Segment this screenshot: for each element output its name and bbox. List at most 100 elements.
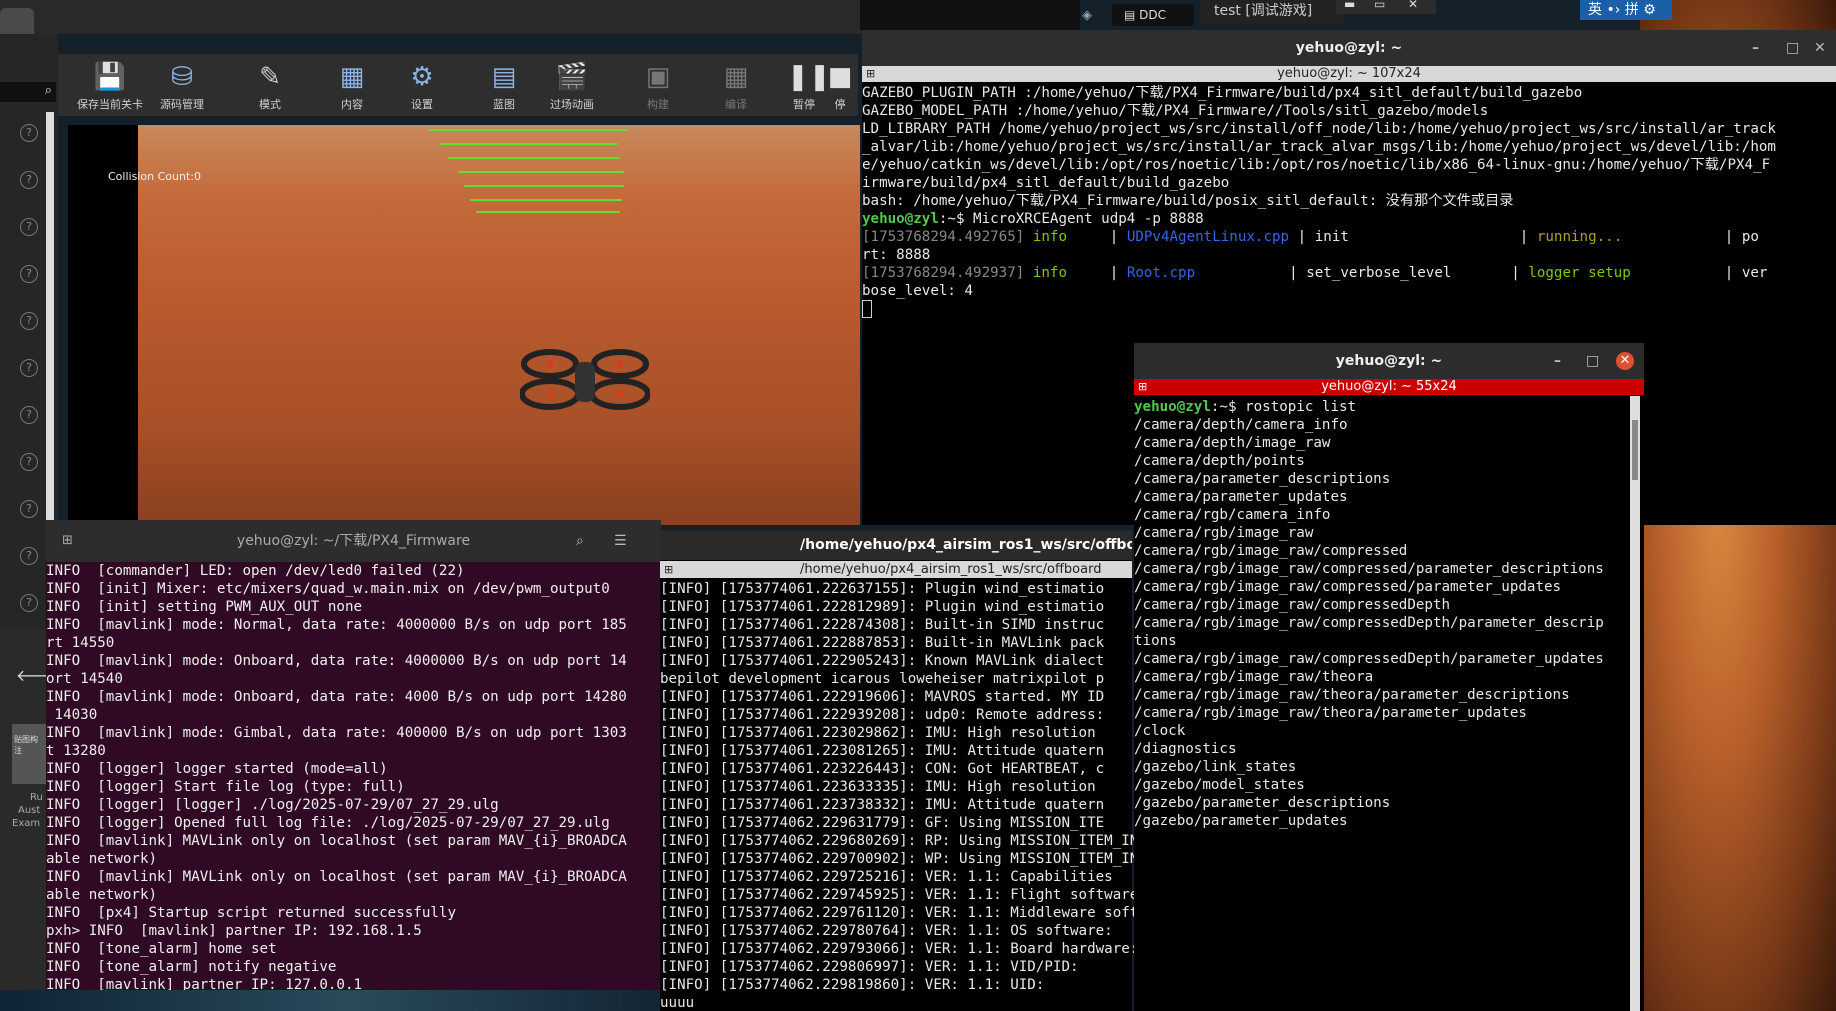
output-line: INFO [mavlink] mode: Onboard, data rate:… [46,689,627,705]
blueprint-button[interactable]: ▤ 蓝图 [468,56,540,116]
settings-button[interactable]: ⚙ 设置 [386,56,458,116]
topic-line: /camera/rgb/image_raw/compressed/paramet… [1134,561,1604,577]
help-icon[interactable]: ? [20,124,38,142]
trajectory-line [428,129,628,131]
tab-label: yehuo@zyl: ~ 107x24 [1277,66,1421,81]
maximize-icon[interactable]: □ [1786,30,1799,66]
game-viewport[interactable] [68,125,860,525]
log-timestamp: [1753768294.492765] [862,229,1025,245]
output-line: INFO [mavlink] MAVLink only on localhost… [46,833,627,849]
terminal-scrollbar[interactable] [1630,396,1640,1011]
log-file: Root.cpp [1126,265,1196,281]
ddc-label: DDC [1139,8,1167,22]
topic-line: tions [1134,633,1177,649]
prompt-line: yehuo@zyl:~$ rostopic list [1134,398,1629,416]
stop-button[interactable]: ■ 停 [820,56,860,116]
output-line: t 13280 [46,743,106,759]
topic-line: /camera/depth/image_raw [1134,435,1331,451]
tab-label: /home/yehuo/px4_airsim_ros1_ws/src/offbo… [800,562,1102,577]
help-icon[interactable]: ? [20,265,38,283]
help-icon[interactable]: ? [20,547,38,565]
drone-model [520,349,650,410]
topic-line: /gazebo/model_states [1134,777,1305,793]
asset-thumbnail[interactable]: 贴图构 注 [12,724,46,784]
log-status: running... [1536,229,1623,245]
ue-level-tab[interactable] [0,8,34,34]
terminal-cursor [862,300,872,318]
trajectory-line [464,185,624,187]
help-icon[interactable]: ? [20,406,38,424]
new-tab-icon[interactable]: ⊞ [866,66,875,82]
build-button[interactable]: ▣ 构建 [622,56,694,116]
help-icon[interactable]: ? [20,218,38,236]
cinematics-button[interactable]: 🎬 过场动画 [536,56,608,116]
output-line: INFO [init] Mixer: etc/mixers/quad_w.mai… [46,581,610,597]
content-button[interactable]: ▦ 内容 [316,56,388,116]
help-icon[interactable]: ? [20,312,38,330]
search-icon[interactable]: ⌕ [45,83,52,98]
source-control-button[interactable]: ⛁ 源码管理 [146,56,218,116]
source-control-status-icon[interactable]: ◈ [1082,8,1098,24]
ime-toolbar[interactable]: 英 •› 拼 ⚙ [1580,0,1672,20]
topic-line: /camera/rgb/image_raw/theora/parameter_d… [1134,687,1570,703]
prompt-line: yehuo@zyl:~$ MicroXRCEAgent udp4 -p 8888 [862,210,1836,228]
terminal-px4-output[interactable]: INFO [commander] LED: open /dev/led0 fai… [46,562,658,990]
help-icon[interactable]: ? [20,594,38,612]
log-file: UDPv4AgentLinux.cpp [1126,229,1290,245]
menu-icon[interactable]: ☰ [614,520,627,562]
save-level-button[interactable]: 💾 保存当前关卡 [74,56,146,116]
close-icon[interactable]: ✕ [1814,30,1826,66]
ddc-icon: ▤ [1124,8,1140,22]
topic-line: /camera/rgb/image_raw/compressed/paramet… [1134,579,1562,595]
log-level: info [1032,229,1068,245]
ue-search-field[interactable]: ⌕ [0,82,56,102]
output-line: e/yehuo/catkin_ws/devel/lib:/opt/ros/noe… [862,157,1771,173]
topic-line: /gazebo/parameter_updates [1134,813,1348,829]
terminal-scrollbar-thumb[interactable] [1632,420,1638,480]
output-line: rt 14550 [46,635,115,651]
log-tail: po [1741,229,1759,245]
log-function: init [1314,229,1349,245]
output-line: _alvar/lib:/home/yehuo/project_ws/src/in… [862,139,1776,155]
output-line: INFO [commander] LED: open /dev/led0 fai… [46,563,465,579]
new-tab-icon[interactable]: ⊞ [62,520,73,562]
debug-window-title: test [调试游戏] [1200,0,1344,24]
close-icon[interactable]: ✕ [1408,0,1418,11]
search-icon[interactable]: ⌕ [576,520,584,562]
close-icon[interactable]: ✕ [1616,352,1634,370]
output-line: INFO [mavlink] partner IP: 127.0.0.1 [46,977,363,990]
maximize-icon[interactable]: ▭ [1374,0,1385,11]
help-icon[interactable]: ? [20,453,38,471]
trajectory-line [448,157,620,159]
terminal-rostopic-output[interactable]: yehuo@zyl:~$ rostopic list/camera/depth/… [1134,398,1629,998]
help-icon[interactable]: ? [20,171,38,189]
terminal-mavros-titlebar: /home/yehuo/px4_airsim_ros1_ws/src/offbo… [660,530,1132,560]
help-icon[interactable]: ? [20,359,38,377]
build-icon: ▣ [645,62,671,92]
terminal-px4-titlebar: ⊞ yehuo@zyl: ~/下载/PX4_Firmware ⌕ ☰ [46,520,661,562]
trajectory-line [470,199,622,201]
output-line: INFO [mavlink] mode: Normal, data rate: … [46,617,627,633]
new-tab-icon[interactable]: ⊞ [664,561,673,578]
collision-counter: Collision Count:0 [108,170,201,183]
help-icon[interactable]: ? [20,500,38,518]
minimize-icon[interactable]: – [1752,30,1759,66]
modes-button[interactable]: ✎ 模式 [234,56,306,116]
topic-line: /camera/rgb/camera_info [1134,507,1331,523]
ddc-indicator[interactable]: ▤ DDC [1112,4,1194,26]
output-line: irmware/build/px4_sitl_default/build_gaz… [862,175,1230,191]
prompt-command: :~$ rostopic list [1210,399,1357,415]
output-line: INFO [tone_alarm] home set [46,941,277,957]
output-line: INFO [logger] Opened full log file: ./lo… [46,815,610,831]
topic-line: /camera/rgb/image_raw/compressedDepth/pa… [1134,651,1604,667]
minimize-icon[interactable]: ▬ [1344,0,1355,11]
log-line: [1753768294.492765] info | UDPv4AgentLin… [862,229,1759,245]
topic-line: /camera/depth/points [1134,453,1305,469]
compile-button[interactable]: ▦ 编译 [700,56,772,116]
minimize-icon[interactable]: – [1554,343,1561,379]
modes-icon: ✎ [259,62,281,92]
maximize-icon[interactable]: □ [1586,343,1599,379]
output-line: pxh> INFO [mavlink] partner IP: 192.168.… [46,923,422,939]
source-control-icon: ⛁ [171,62,193,92]
new-tab-icon[interactable]: ⊞ [1138,379,1147,395]
